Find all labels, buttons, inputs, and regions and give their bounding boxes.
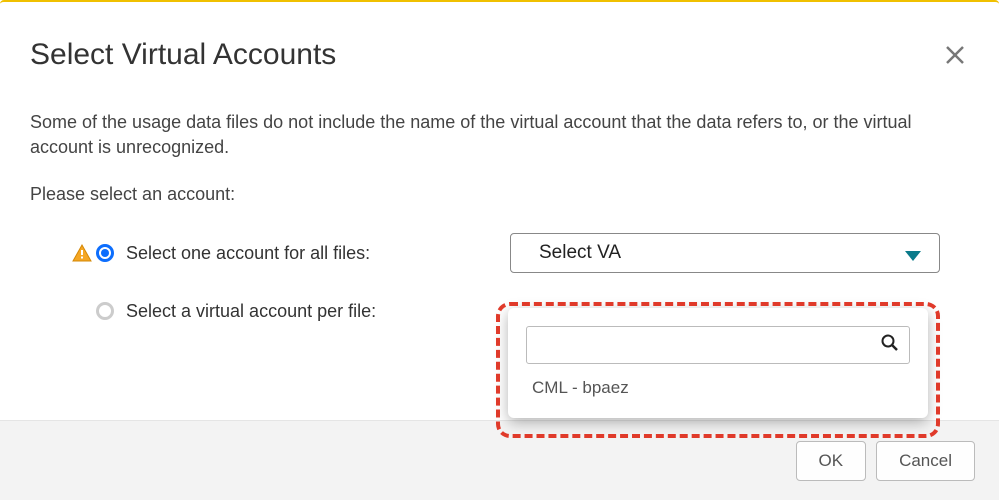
va-dropdown-item[interactable]: CML - bpaez	[526, 364, 910, 400]
va-dropdown-panel: CML - bpaez	[508, 308, 928, 418]
modal-footer: OK Cancel	[0, 420, 999, 500]
modal-prompt: Please select an account:	[30, 184, 969, 205]
select-va-dropdown[interactable]: Select VA	[510, 233, 940, 273]
radio-all-files[interactable]	[96, 244, 114, 262]
cancel-button[interactable]: Cancel	[876, 441, 975, 481]
select-va-placeholder: Select VA	[539, 242, 621, 264]
modal-title: Select Virtual Accounts	[30, 38, 336, 72]
chevron-down-icon	[905, 248, 921, 266]
modal-description: Some of the usage data files do not incl…	[30, 110, 969, 160]
radio-per-file[interactable]	[96, 302, 114, 320]
ok-button[interactable]: OK	[796, 441, 867, 481]
search-icon	[881, 334, 899, 357]
va-search-field[interactable]	[526, 326, 910, 364]
va-search-input[interactable]	[537, 335, 899, 355]
warning-icon	[72, 244, 92, 262]
close-icon[interactable]	[941, 38, 969, 74]
opt1-label: Select one account for all files:	[126, 243, 370, 264]
opt2-label: Select a virtual account per file:	[126, 301, 376, 322]
